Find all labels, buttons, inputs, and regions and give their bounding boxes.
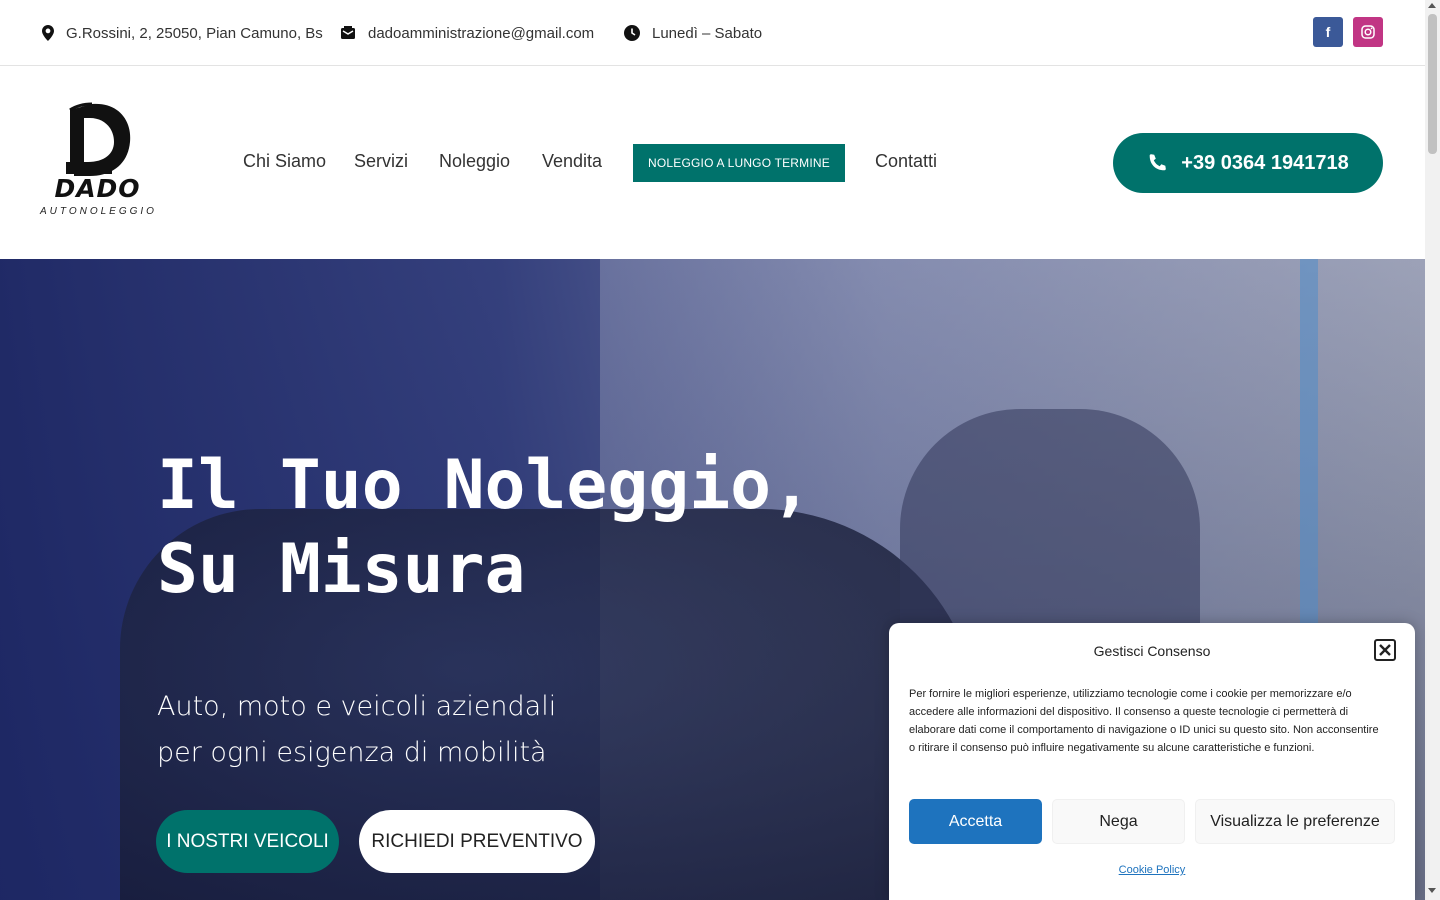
consent-deny-button[interactable]: Nega — [1052, 799, 1185, 844]
scrollbar-thumb[interactable] — [1428, 14, 1437, 154]
hero-title: Il Tuo Noleggio, Su Misura — [157, 444, 812, 612]
our-vehicles-button[interactable]: I NOSTRI VEICOLI — [156, 810, 339, 873]
hero-subtitle: Auto, moto e veicoli aziendali per ogni … — [157, 684, 556, 776]
dado-logo-mark — [66, 102, 131, 176]
main-header: DADO AUTONOLEGGIO Chi Siamo Servizi Nole… — [0, 66, 1425, 259]
consent-title: Gestisci Consenso — [1093, 643, 1211, 659]
logo-name: DADO — [54, 174, 141, 203]
facebook-icon: f — [1325, 24, 1331, 40]
email-item[interactable]: dadoamministrazione@gmail.com — [340, 22, 594, 44]
request-quote-button[interactable]: RICHIEDI PREVENTIVO — [359, 810, 595, 873]
clock-icon — [624, 25, 640, 41]
nav-vendita[interactable]: Vendita — [542, 151, 602, 172]
nav-servizi[interactable]: Servizi — [354, 151, 408, 172]
email-link[interactable]: dadoamministrazione@gmail.com — [368, 25, 594, 42]
nav-noleggio-lungo-termine-button[interactable]: NOLEGGIO A LUNGO TERMINE — [633, 144, 845, 182]
phone-number: +39 0364 1941718 — [1181, 151, 1349, 174]
top-info-bar: G.Rossini, 2, 25050, Pian Camuno, Bs dad… — [0, 0, 1425, 66]
instagram-icon — [1361, 25, 1375, 39]
consent-preferences-button[interactable]: Visualizza le preferenze — [1195, 799, 1395, 844]
envelope-icon — [341, 26, 355, 39]
address-item: G.Rossini, 2, 25050, Pian Camuno, Bs — [42, 22, 323, 44]
hero-title-line1: Il Tuo Noleggio, — [157, 446, 813, 525]
page-scrollbar[interactable] — [1425, 0, 1440, 900]
hours-item: Lunedì – Sabato — [624, 22, 762, 44]
address-text: G.Rossini, 2, 25050, Pian Camuno, Bs — [66, 24, 323, 42]
cookie-policy-link[interactable]: Cookie Policy — [889, 864, 1415, 876]
site-logo[interactable]: DADO AUTONOLEGGIO — [40, 102, 155, 222]
hero-subtitle-line2: per ogni esigenza di mobilità — [157, 737, 547, 768]
consent-accept-button[interactable]: Accetta — [909, 799, 1042, 844]
hours-text: Lunedì – Sabato — [652, 24, 763, 42]
map-pin-icon — [42, 25, 54, 41]
scroll-down-arrow-icon[interactable] — [1428, 888, 1436, 893]
instagram-button[interactable] — [1353, 17, 1383, 47]
scroll-up-arrow-icon[interactable] — [1428, 3, 1436, 8]
hero-subtitle-line1: Auto, moto e veicoli aziendali — [157, 691, 557, 722]
nav-chi-siamo[interactable]: Chi Siamo — [243, 151, 326, 172]
facebook-button[interactable]: f — [1313, 17, 1343, 47]
nav-contatti[interactable]: Contatti — [875, 151, 937, 172]
nav-noleggio[interactable]: Noleggio — [439, 151, 510, 172]
close-icon — [1379, 644, 1391, 656]
consent-close-button[interactable] — [1374, 639, 1396, 661]
phone-icon — [1149, 154, 1167, 171]
logo-tagline: AUTONOLEGGIO — [40, 206, 157, 217]
phone-call-button[interactable]: +39 0364 1941718 — [1113, 133, 1383, 193]
consent-description: Per fornire le migliori esperienze, util… — [909, 688, 1379, 754]
hero-title-line2: Su Misura — [157, 530, 526, 609]
cookie-consent-dialog: Gestisci Consenso Per fornire le miglior… — [889, 623, 1415, 900]
